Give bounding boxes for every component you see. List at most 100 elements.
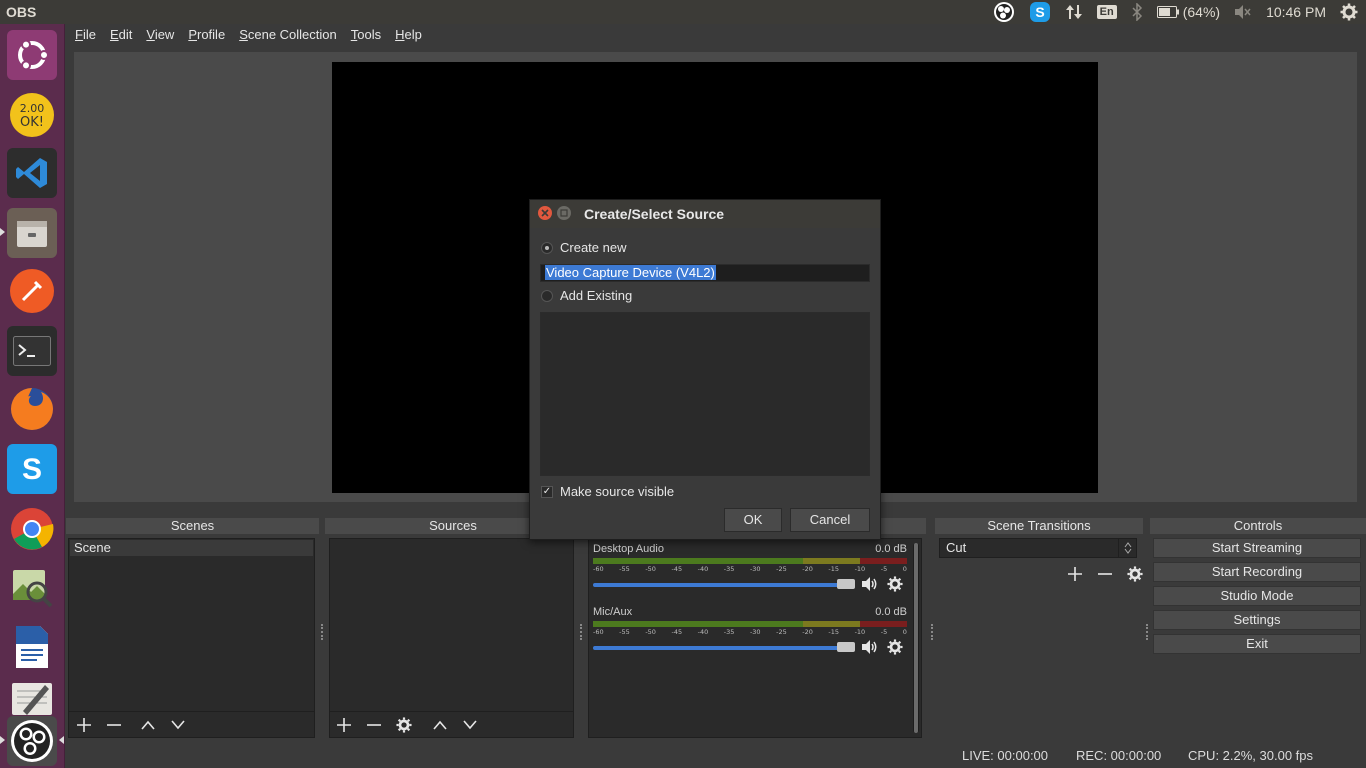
- bluetooth-icon[interactable]: [1131, 3, 1143, 21]
- vscode-icon[interactable]: [7, 148, 57, 198]
- keyboard-language-indicator[interactable]: En: [1096, 5, 1117, 19]
- menu-tools[interactable]: Tools: [351, 27, 381, 42]
- create-select-source-dialog: Create/Select Source Create new Video Ca…: [529, 199, 881, 540]
- maximize-icon[interactable]: [557, 206, 571, 220]
- 2do-app-icon[interactable]: 2.00 OK!: [7, 90, 57, 140]
- add-existing-label[interactable]: Add Existing: [560, 288, 632, 303]
- add-transition-icon[interactable]: [1066, 565, 1084, 583]
- transition-properties-gear-icon[interactable]: [1126, 565, 1144, 583]
- cancel-button[interactable]: Cancel: [790, 508, 870, 532]
- channel-gear-icon[interactable]: [887, 576, 903, 595]
- close-icon[interactable]: [538, 206, 552, 220]
- move-scene-down-icon[interactable]: [169, 716, 187, 734]
- make-visible-checkbox[interactable]: ✓: [541, 486, 553, 498]
- source-properties-gear-icon[interactable]: [395, 716, 413, 734]
- ok-button[interactable]: OK: [724, 508, 782, 532]
- start-streaming-button[interactable]: Start Streaming: [1153, 538, 1361, 558]
- volume-meter: [593, 558, 907, 564]
- focused-indicator: [59, 736, 64, 744]
- mixer-channel-mic-aux: Mic/Aux 0.0 dB -60 -55 -50 -45 -40 -35 -30 -25-…: [593, 606, 909, 660]
- create-new-radio[interactable]: [541, 242, 553, 254]
- svg-text:2.00: 2.00: [20, 102, 45, 115]
- skype-tray-icon[interactable]: S: [1029, 1, 1051, 23]
- cpu-status: CPU: 2.2%, 30.00 fps: [1188, 748, 1314, 763]
- volume-slider-handle[interactable]: [837, 579, 855, 589]
- skype-icon[interactable]: S: [7, 444, 57, 494]
- status-bar: LIVE: 00:00:00 REC: 00:00:00 CPU: 2.2%, …: [65, 748, 1366, 768]
- obs-launcher-icon[interactable]: [7, 716, 57, 766]
- volume-meter: [593, 621, 907, 627]
- volume-slider[interactable]: [593, 583, 855, 587]
- dock-splitter[interactable]: [321, 624, 323, 640]
- meter-ticks: -60 -55 -50 -45 -40 -35 -30 -25 -20 -15 -10 -5 0: [593, 565, 907, 573]
- spin-arrows-icon[interactable]: [1118, 539, 1136, 557]
- source-name-input[interactable]: Video Capture Device (V4L2): [540, 264, 870, 282]
- add-scene-icon[interactable]: [75, 716, 93, 734]
- menu-scene-collection[interactable]: Scene Collection: [239, 27, 337, 42]
- scenes-list[interactable]: Scene: [68, 538, 315, 712]
- rec-status: REC: 00:00:00: [1076, 748, 1162, 763]
- top-panel: OBS S En (64%) 10:46 PM: [0, 0, 1366, 24]
- battery-indicator[interactable]: (64%): [1156, 4, 1220, 20]
- move-source-up-icon[interactable]: [431, 716, 449, 734]
- firefox-icon[interactable]: [7, 384, 57, 434]
- transition-select[interactable]: Cut: [939, 538, 1137, 558]
- image-viewer-icon[interactable]: [7, 562, 57, 612]
- ubuntu-dash-icon[interactable]: [7, 30, 57, 80]
- exit-button[interactable]: Exit: [1153, 634, 1361, 654]
- scene-list-item[interactable]: Scene: [70, 540, 313, 556]
- selected-text: Video Capture Device (V4L2): [545, 265, 716, 280]
- remove-source-icon[interactable]: [365, 716, 383, 734]
- existing-sources-list[interactable]: [540, 312, 870, 476]
- dialog-titlebar[interactable]: Create/Select Source: [530, 200, 880, 228]
- postman-icon[interactable]: [7, 266, 57, 316]
- obs-tray-icon[interactable]: [993, 1, 1015, 23]
- menu-edit[interactable]: Edit: [110, 27, 132, 42]
- terminal-icon[interactable]: [7, 326, 57, 376]
- writer-icon[interactable]: [7, 622, 57, 672]
- remove-scene-icon[interactable]: [105, 716, 123, 734]
- menu-view[interactable]: View: [146, 27, 174, 42]
- menu-file[interactable]: File: [75, 27, 96, 42]
- dock-splitter[interactable]: [931, 624, 933, 640]
- remove-transition-icon[interactable]: [1096, 565, 1114, 583]
- make-visible-label[interactable]: Make source visible: [560, 484, 674, 499]
- studio-mode-button[interactable]: Studio Mode: [1153, 586, 1361, 606]
- files-icon[interactable]: [7, 208, 57, 258]
- network-icon[interactable]: [1065, 3, 1083, 21]
- volume-slider[interactable]: [593, 646, 855, 650]
- sound-muted-icon[interactable]: [1234, 4, 1252, 20]
- menu-profile[interactable]: Profile: [188, 27, 225, 42]
- dock-splitter[interactable]: [580, 624, 582, 640]
- settings-button[interactable]: Settings: [1153, 610, 1361, 630]
- mixer-scrollbar[interactable]: [913, 543, 919, 733]
- volume-slider-handle[interactable]: [837, 642, 855, 652]
- start-recording-button[interactable]: Start Recording: [1153, 562, 1361, 582]
- live-status: LIVE: 00:00:00: [962, 748, 1049, 763]
- menu-help[interactable]: Help: [395, 27, 422, 42]
- svg-text:S: S: [22, 453, 42, 486]
- move-scene-up-icon[interactable]: [139, 716, 157, 734]
- svg-text:OK!: OK!: [20, 115, 44, 130]
- dock-splitter[interactable]: [1146, 624, 1148, 640]
- sources-list[interactable]: [329, 538, 574, 712]
- active-app-title: OBS: [6, 4, 37, 20]
- clock[interactable]: 10:46 PM: [1266, 4, 1326, 20]
- speaker-icon[interactable]: [861, 576, 879, 595]
- channel-gear-icon[interactable]: [887, 639, 903, 658]
- transition-selected-value: Cut: [946, 540, 967, 555]
- indicator-area: S En (64%) 10:46 PM: [993, 0, 1366, 24]
- add-source-icon[interactable]: [335, 716, 353, 734]
- scenes-toolbar: [75, 712, 187, 738]
- chrome-icon[interactable]: [7, 504, 57, 554]
- move-source-down-icon[interactable]: [461, 716, 479, 734]
- launcher: 2.00 OK! S: [0, 24, 65, 768]
- speaker-icon[interactable]: [861, 639, 879, 658]
- menu-bar: File Edit View Profile Scene Collection …: [65, 24, 1366, 44]
- audio-mixer: Desktop Audio 0.0 dB -60 -55 -50 -45 -40 -35-…: [588, 538, 922, 738]
- controls-dock-title: Controls: [1150, 518, 1366, 534]
- add-existing-radio[interactable]: [541, 290, 553, 302]
- dialog-title: Create/Select Source: [584, 206, 725, 222]
- create-new-label[interactable]: Create new: [560, 240, 626, 255]
- session-gear-icon[interactable]: [1340, 3, 1358, 21]
